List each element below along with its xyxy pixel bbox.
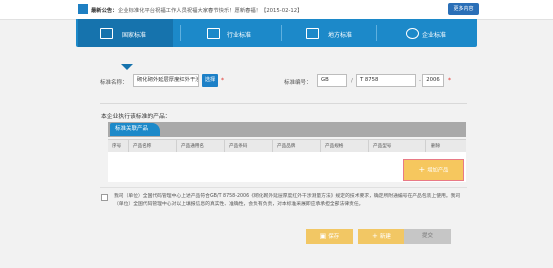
column-divider [176,140,177,152]
add-product-button[interactable]: + 增加产品 [403,159,464,181]
column-header: 序号 [112,144,122,149]
table-header: 序号 产品名称 产品通用名 产品条码 产品品牌 产品规格 产品型号 删除 [108,139,466,153]
column-header: 产品品牌 [277,144,296,149]
tab-enterprise-standard[interactable]: 企业标准 [376,19,471,47]
column-header: 产品型号 [373,144,392,149]
active-tab-pointer [121,64,133,70]
save-label: 保存 [328,234,340,240]
divider [100,187,467,188]
standard-name-label: 标准名称： [100,80,128,86]
column-header: 产品规格 [325,144,344,149]
tab-industry-standard[interactable]: 行业标准 [181,19,276,47]
section-title: 本企业执行该标准的产品： [101,114,171,120]
agreement-checkbox[interactable] [101,194,108,201]
building-icon [306,28,319,39]
column-divider [224,140,225,152]
column-header: 产品条码 [229,144,248,149]
tab-local-standard[interactable]: 地方标准 [282,19,377,47]
code-separator: - [419,78,421,84]
more-content-button[interactable]: 更多内容 [448,3,479,15]
standard-code-label: 标准编号： [284,80,312,86]
briefcase-icon [207,28,220,39]
column-divider [320,140,321,152]
submit-label: 提交 [421,233,433,239]
tab-label: 行业标准 [227,32,252,39]
column-header: 删除 [431,144,441,149]
save-button[interactable]: ▣ 保存 [306,229,353,244]
divider [100,103,467,104]
column-divider [272,140,273,152]
column-header: 产品通用名 [181,144,204,149]
standard-name-input[interactable]: 砌化砌外延层厚度红外干涉测量方法 [133,74,199,87]
code-year-field[interactable]: 2006 [422,74,444,87]
save-icon: ▣ [319,232,327,240]
required-mark: * [448,77,451,84]
notice-text[interactable]: 企业标准化平台祝福工作人员祝福大家春节快乐！愿新春福！【2015-02-12】 [118,6,302,14]
tab-label: 地方标准 [328,32,353,39]
code-prefix-field[interactable]: GB [317,74,347,87]
tab-national-standard[interactable]: 国家标准 [78,19,173,47]
tab-label: 国家标准 [122,32,147,39]
notice-label: 最新公告： [91,8,118,14]
agreement-text: 我司（单位）全国代码管理中心上述产品符合GB/T 8758-2006《砌化砌外延… [114,194,461,207]
submit-button[interactable]: 提交 [404,229,451,244]
tab-label: 企业标准 [422,32,447,39]
document-icon [100,28,113,39]
add-product-label: 增加产品 [427,167,449,174]
code-number-field[interactable]: T 8758 [356,74,416,87]
column-divider [368,140,369,152]
plus-icon: + [418,165,426,174]
new-label: 新建 [379,234,391,240]
standard-type-tabs: 国家标准 行业标准 地方标准 企业标准 [76,19,477,70]
user-icon [406,28,419,39]
notice-icon [78,4,88,14]
select-standard-button[interactable]: 选择 [202,74,218,87]
product-panel-title: 标准关联产品 [110,123,160,136]
code-separator: / [351,78,353,84]
column-divider [425,140,426,152]
plus-icon: + [372,232,378,240]
column-divider [128,140,129,152]
required-mark: * [221,77,224,84]
product-panel-header [108,122,466,137]
column-header: 产品名称 [133,144,152,149]
new-button[interactable]: + 新建 [358,229,405,244]
